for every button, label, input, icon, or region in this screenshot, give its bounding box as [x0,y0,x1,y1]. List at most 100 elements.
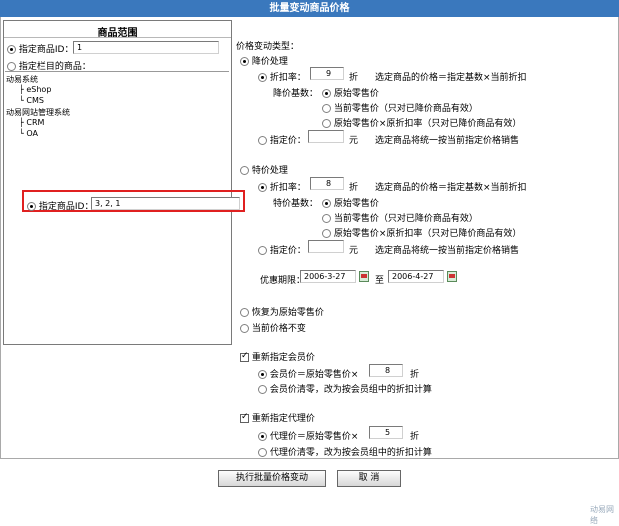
radio-icon[interactable] [240,57,249,66]
down-fixed-option[interactable]: 指定价： [258,133,306,146]
down-option[interactable]: 降价处理 [240,54,288,67]
radio-icon[interactable] [322,199,331,208]
special-fixed-option[interactable]: 指定价： [258,243,306,256]
special-fixed-desc: 选定商品将统一按当前指定价格销售 [375,246,520,256]
special-base-opt-1[interactable]: 原始零售价 [322,196,379,209]
down-fixed-unit: 元 [349,136,359,146]
radio-icon[interactable] [258,448,267,457]
radio-icon[interactable] [258,73,267,82]
scope-by-id-label: 指定商品ID： [18,45,74,55]
highlight-id-option[interactable]: 指定商品ID： [27,199,93,212]
radio-icon[interactable] [27,202,36,211]
agent-opt-2[interactable]: 代理价清零，改为按会员组中的折扣计算 [258,445,432,458]
special-discount-input[interactable]: 8 [310,177,344,190]
agent-discount-unit: 折 [410,432,420,442]
tree-item[interactable]: 动易系统 [6,74,38,85]
radio-icon[interactable] [258,370,267,379]
keep-option[interactable]: 当前价格不变 [240,321,306,334]
scope-by-id-option[interactable]: 指定商品ID： [7,42,73,55]
calendar-icon[interactable] [359,271,369,282]
footer-watermark: 动易网络 [590,505,614,525]
special-label: 特价处理 [251,166,288,176]
radio-icon[interactable] [322,104,331,113]
radio-icon[interactable] [322,89,331,98]
special-fixed-label: 指定价： [269,246,306,256]
radio-icon[interactable] [322,229,331,238]
period-to-label: 至 [375,276,385,286]
product-scope-panel: 商品范围 指定商品ID： 1 指定栏目的商品： 动易系统 ├ eShop └ C… [3,20,232,345]
agent-opt-2-label: 代理价清零，改为按会员组中的折扣计算 [269,448,432,458]
tree-item[interactable]: ├ eShop [19,85,51,94]
calendar-icon[interactable] [447,271,457,282]
down-base-label: 降价基数： [273,89,319,99]
radio-icon[interactable] [7,62,16,71]
radio-icon[interactable] [322,214,331,223]
agent-discount-input[interactable]: 5 [369,426,403,439]
radio-icon[interactable] [240,166,249,175]
period-label: 优惠期限： [260,276,306,286]
restore-option[interactable]: 恢复为原始零售价 [240,305,324,318]
special-fixed-input[interactable] [308,240,344,253]
down-discount-formula: 选定商品的价格＝指定基数×当前折扣 [375,73,527,83]
down-label: 降价处理 [251,57,288,67]
down-discount-unit: 折 [349,73,359,83]
special-discount-formula: 选定商品的价格＝指定基数×当前折扣 [375,183,527,193]
tree-item[interactable]: └ CMS [19,96,44,105]
radio-icon[interactable] [258,246,267,255]
period-start-input[interactable]: 2006-3-27 [300,270,356,283]
down-base-opt-3-label: 原始零售价×原折扣率（只对已降价商品有效） [333,119,522,129]
keep-label: 当前价格不变 [251,324,306,334]
down-base-opt-2-label: 当前零售价（只对已降价商品有效） [333,104,478,114]
agent-price-checkbox[interactable]: 重新指定代理价 [240,411,315,424]
down-base-opt-2[interactable]: 当前零售价（只对已降价商品有效） [322,101,478,114]
down-base-opt-1-label: 原始零售价 [333,89,379,99]
price-change-type-label: 价格变动类型： [236,42,300,52]
down-fixed-label: 指定价： [269,136,306,146]
special-base-opt-3[interactable]: 原始零售价×原折扣率（只对已降价商品有效） [322,226,521,239]
down-discount-input[interactable]: 9 [310,67,344,80]
down-fixed-input[interactable] [308,130,344,143]
tree-item[interactable]: 动易网站管理系统 [6,107,70,118]
radio-icon[interactable] [258,385,267,394]
member-price-checkbox[interactable]: 重新指定会员价 [240,350,315,363]
member-opt-1[interactable]: 会员价＝原始零售价× [258,367,358,380]
checkbox-icon[interactable] [240,351,249,362]
highlight-id-input[interactable]: 3, 2, 1 [91,197,240,210]
down-discount-label: 折扣率： [269,73,306,83]
period-end-input[interactable]: 2006-4-27 [388,270,444,283]
special-discount-option[interactable]: 折扣率： [258,180,306,193]
tree-item[interactable]: └ OA [19,129,38,138]
special-base-opt-1-label: 原始零售价 [333,199,379,209]
down-base-opt-1[interactable]: 原始零售价 [322,86,379,99]
special-base-opt-2[interactable]: 当前零售价（只对已降价商品有效） [322,211,478,224]
product-id-input[interactable]: 1 [73,41,219,54]
special-discount-unit: 折 [349,183,359,193]
member-opt-2[interactable]: 会员价清零，改为按会员组中的折扣计算 [258,382,432,395]
radio-icon[interactable] [7,45,16,54]
member-opt-1-label: 会员价＝原始零售价× [269,370,359,380]
window-title: 批量变动商品价格 [0,0,619,17]
member-discount-unit: 折 [410,370,420,380]
special-base-opt-2-label: 当前零售价（只对已降价商品有效） [333,214,478,224]
radio-icon[interactable] [258,183,267,192]
agent-opt-1[interactable]: 代理价＝原始零售价× [258,429,358,442]
agent-price-label: 重新指定代理价 [251,414,315,424]
special-discount-label: 折扣率： [269,183,306,193]
radio-icon[interactable] [240,308,249,317]
member-opt-2-label: 会员价清零，改为按会员组中的折扣计算 [269,385,432,395]
checkbox-icon[interactable] [240,412,249,423]
tree-item[interactable]: ├ CRM [19,118,44,127]
execute-button[interactable]: 执行批量价格变动 [218,470,326,487]
highlight-id-label: 指定商品ID： [38,202,94,212]
member-discount-input[interactable]: 8 [369,364,403,377]
down-discount-option[interactable]: 折扣率： [258,70,306,83]
radio-icon[interactable] [258,136,267,145]
radio-icon[interactable] [322,119,331,128]
special-option[interactable]: 特价处理 [240,163,288,176]
radio-icon[interactable] [258,432,267,441]
cancel-button[interactable]: 取 消 [337,470,401,487]
down-base-opt-3[interactable]: 原始零售价×原折扣率（只对已降价商品有效） [322,116,521,129]
agent-opt-1-label: 代理价＝原始零售价× [269,432,359,442]
special-base-label: 特价基数： [273,199,319,209]
radio-icon[interactable] [240,324,249,333]
